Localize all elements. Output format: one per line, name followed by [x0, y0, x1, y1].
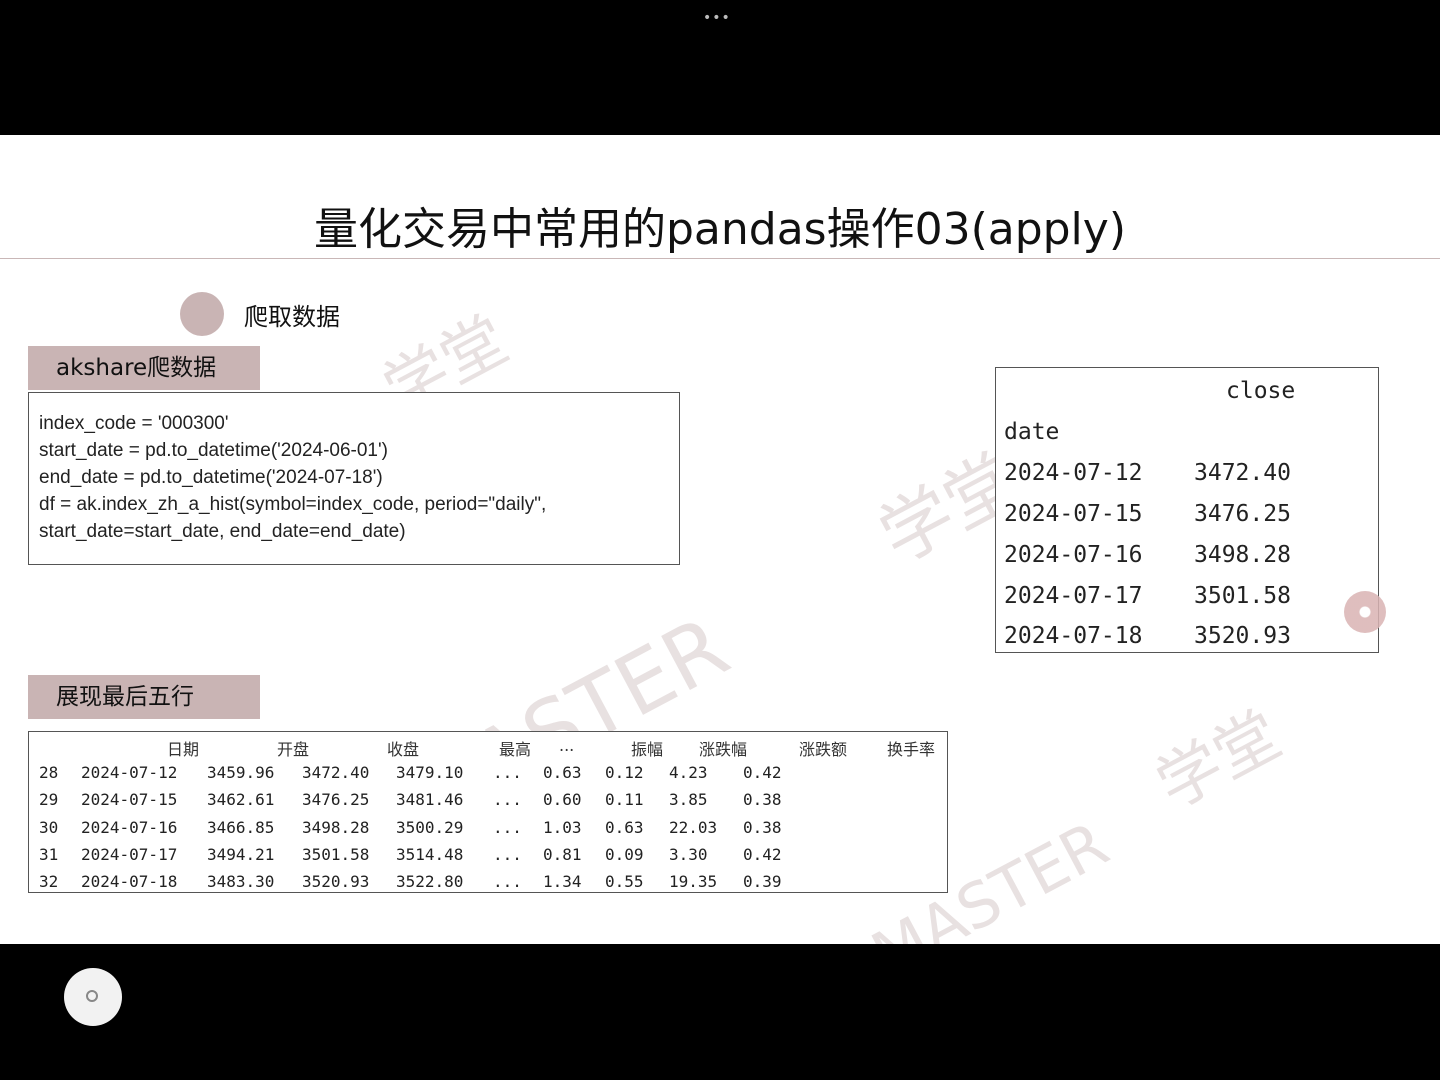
table-cell: 3501.58	[302, 844, 370, 864]
table-cell: 0.42	[743, 844, 782, 864]
table-header: 日期	[167, 740, 200, 759]
table-cell: 3520.93	[302, 872, 370, 892]
row-date: 2024-07-12	[1004, 460, 1143, 486]
table-cell: 3462.61	[207, 790, 275, 810]
table-cell: ...	[493, 844, 522, 864]
code-line: end_date = pd.to_datetime('2024-07-18')	[39, 467, 383, 488]
code-line: index_code = '000300'	[39, 413, 229, 434]
row-index: 29	[39, 790, 59, 810]
akshare-label: akshare爬数据	[28, 346, 260, 390]
table-cell: 0.38	[743, 817, 782, 837]
row-index: 31	[39, 844, 59, 864]
table-cell: 0.60	[543, 790, 582, 810]
row-close: 3472.40	[1194, 460, 1291, 486]
table-header: 收盘	[387, 740, 420, 759]
table-cell: 3522.80	[396, 872, 464, 892]
row-index: 30	[39, 817, 59, 837]
watermark-text: 学堂	[1145, 698, 1293, 824]
table-header: 开盘	[277, 740, 310, 759]
table-cell: 0.09	[605, 844, 644, 864]
row-date: 2024-07-18	[1004, 623, 1143, 649]
table-cell: 0.39	[743, 872, 782, 892]
slide: 学堂 学堂 MASTER 学堂 MASTER 量化交易中常用的pandas操作0…	[0, 135, 1440, 944]
table-cell: 0.42	[743, 763, 782, 782]
title-divider	[0, 258, 1440, 259]
table-cell: 0.12	[605, 763, 644, 782]
table-cell: 3.85	[669, 790, 708, 810]
table-cell: 3466.85	[207, 817, 275, 837]
table-cell: 1.03	[543, 817, 582, 837]
row-index: 28	[39, 763, 59, 782]
laser-pointer-icon	[1344, 591, 1386, 633]
table-cell: 0.11	[605, 790, 644, 810]
code-line: start_date = pd.to_datetime('2024-06-01'…	[39, 440, 388, 461]
table-cell: 3472.40	[302, 763, 370, 782]
row-close: 3476.25	[1194, 501, 1291, 527]
row-date: 2024-07-16	[1004, 542, 1143, 568]
code-line: start_date=start_date, end_date=end_date…	[39, 521, 406, 542]
table-cell: 2024-07-17	[81, 844, 178, 864]
table-cell: 1.34	[543, 872, 582, 892]
table-header: ...	[559, 736, 575, 755]
table-cell: 2024-07-16	[81, 817, 178, 837]
table-header: 涨跌幅	[699, 740, 748, 759]
section-heading: 爬取数据	[244, 303, 340, 331]
table-cell: 22.03	[669, 817, 718, 837]
table-cell: 3476.25	[302, 790, 370, 810]
table-cell: 3479.10	[396, 763, 464, 782]
table-cell: 3459.96	[207, 763, 275, 782]
table-cell: 0.38	[743, 790, 782, 810]
table-cell: 3498.28	[302, 817, 370, 837]
close-series-output: close date 2024-07-12 3472.40 2024-07-15…	[995, 367, 1379, 653]
table-cell: 3.30	[669, 844, 708, 864]
dataframe-tail-output: 日期 开盘 收盘 最高 ... 振幅 涨跌幅 涨跌额 换手率 28 2024-07…	[28, 731, 948, 893]
record-icon	[86, 990, 98, 1002]
index-name: date	[1004, 419, 1060, 445]
code-line: df = ak.index_zh_a_hist(symbol=index_cod…	[39, 494, 547, 515]
table-cell: 3494.21	[207, 844, 275, 864]
table-cell: 2024-07-15	[81, 790, 178, 810]
window-menu-dots[interactable]: •••	[703, 10, 731, 26]
bottom-bar	[0, 944, 1440, 1080]
table-cell: 3514.48	[396, 844, 464, 864]
table-header: 换手率	[887, 740, 936, 759]
row-close: 3498.28	[1194, 542, 1291, 568]
code-block: index_code = '000300' start_date = pd.to…	[28, 392, 680, 565]
slide-title: 量化交易中常用的pandas操作03(apply)	[313, 204, 1126, 255]
table-header: 振幅	[631, 740, 664, 759]
table-cell: 0.81	[543, 844, 582, 864]
table-cell: 0.63	[605, 817, 644, 837]
top-bar: •••	[0, 0, 1440, 135]
table-cell: 3500.29	[396, 817, 464, 837]
row-date: 2024-07-17	[1004, 583, 1143, 609]
table-cell: ...	[493, 790, 522, 810]
table-cell: 2024-07-12	[81, 763, 178, 782]
table-cell: 3481.46	[396, 790, 464, 810]
row-index: 32	[39, 872, 59, 892]
tail-label: 展现最后五行	[28, 675, 260, 719]
table-cell: 3483.30	[207, 872, 275, 892]
table-cell: ...	[493, 872, 522, 892]
table-header: 最高	[499, 740, 532, 759]
row-date: 2024-07-15	[1004, 501, 1143, 527]
table-cell: ...	[493, 763, 522, 782]
table-cell: 2024-07-18	[81, 872, 178, 892]
row-close: 3520.93	[1194, 623, 1291, 649]
table-cell: 4.23	[669, 763, 708, 782]
table-header: 涨跌额	[799, 740, 848, 759]
table-cell: 0.55	[605, 872, 644, 892]
column-header: close	[1226, 378, 1296, 404]
bullet-circle-icon	[180, 292, 224, 336]
home-button[interactable]	[64, 968, 122, 1026]
table-cell: 0.63	[543, 763, 582, 782]
row-close: 3501.58	[1194, 583, 1291, 609]
table-cell: 19.35	[669, 872, 718, 892]
table-cell: ...	[493, 817, 522, 837]
